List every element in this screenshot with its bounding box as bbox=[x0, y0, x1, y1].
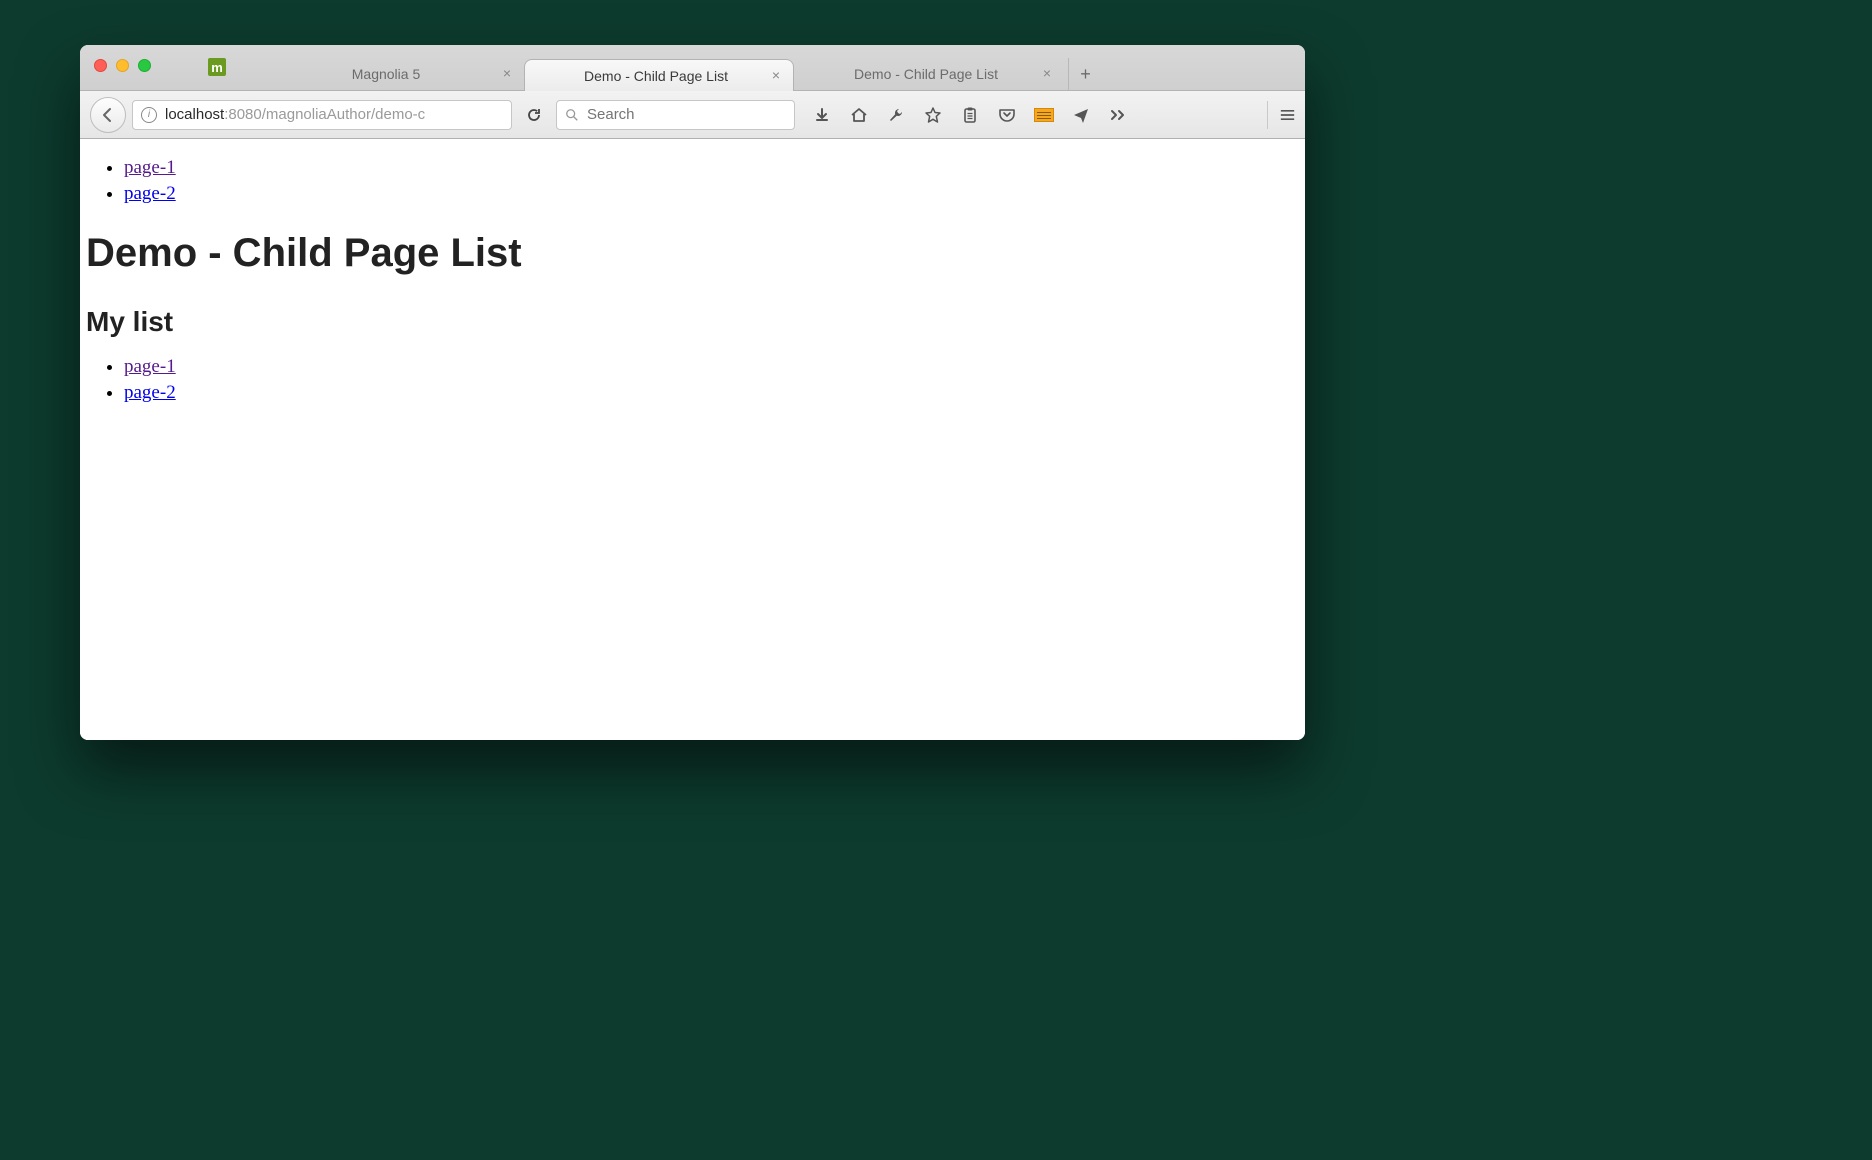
top-nav-list: page-1 page-2 bbox=[124, 157, 1305, 205]
section-heading: My list bbox=[86, 306, 1305, 338]
child-page-list: page-1 page-2 bbox=[124, 356, 1305, 404]
search-input[interactable] bbox=[587, 106, 786, 123]
arrow-left-icon bbox=[100, 107, 116, 123]
site-info-icon[interactable]: i bbox=[141, 107, 157, 123]
tab-demo-child-page-list[interactable]: Demo - Child Page List × bbox=[794, 58, 1064, 90]
close-icon[interactable]: × bbox=[769, 68, 783, 82]
link-page-2[interactable]: page-2 bbox=[124, 382, 176, 403]
hamburger-menu-button[interactable] bbox=[1267, 101, 1295, 129]
search-box[interactable] bbox=[556, 100, 795, 130]
list-item: page-1 bbox=[124, 157, 1305, 179]
downloads-icon[interactable] bbox=[811, 104, 833, 126]
reload-button[interactable] bbox=[520, 101, 548, 129]
search-icon bbox=[565, 108, 579, 122]
new-tab-button[interactable]: + bbox=[1068, 58, 1102, 90]
link-page-2[interactable]: page-2 bbox=[124, 183, 176, 204]
overflow-icon[interactable] bbox=[1107, 104, 1129, 126]
reload-icon bbox=[526, 107, 542, 123]
wrench-icon[interactable] bbox=[885, 104, 907, 126]
list-item: page-2 bbox=[124, 183, 1305, 205]
home-icon[interactable] bbox=[848, 104, 870, 126]
tab-magnolia[interactable]: Magnolia 5 × bbox=[254, 58, 524, 90]
window-zoom-button[interactable] bbox=[138, 59, 151, 72]
url-host: localhost bbox=[165, 106, 224, 123]
star-icon[interactable] bbox=[922, 104, 944, 126]
content-viewport: page-1 page-2 Demo - Child Page List My … bbox=[80, 139, 1305, 740]
list-item: page-2 bbox=[124, 382, 1305, 404]
tab-title: Demo - Child Page List bbox=[549, 68, 763, 84]
back-button[interactable] bbox=[90, 97, 126, 133]
tab-strip: m Magnolia 5 × Demo - Child Page List × … bbox=[80, 45, 1305, 91]
page-body: page-1 page-2 Demo - Child Page List My … bbox=[80, 157, 1305, 404]
clipboard-icon[interactable] bbox=[959, 104, 981, 126]
url-rest: :8080/magnoliaAuthor/demo-c bbox=[224, 106, 425, 123]
page-title: Demo - Child Page List bbox=[86, 231, 1305, 276]
window-minimize-button[interactable] bbox=[116, 59, 129, 72]
link-page-1[interactable]: page-1 bbox=[124, 157, 176, 178]
pocket-icon[interactable] bbox=[996, 104, 1018, 126]
window-controls bbox=[94, 59, 151, 72]
tabs: Magnolia 5 × Demo - Child Page List × De… bbox=[254, 45, 1102, 90]
link-page-1[interactable]: page-1 bbox=[124, 356, 176, 377]
url-text: localhost:8080/magnoliaAuthor/demo-c bbox=[165, 106, 503, 123]
address-bar[interactable]: i localhost:8080/magnoliaAuthor/demo-c bbox=[132, 100, 512, 130]
browser-window: m Magnolia 5 × Demo - Child Page List × … bbox=[80, 45, 1305, 740]
toolbar: i localhost:8080/magnoliaAuthor/demo-c bbox=[80, 91, 1305, 139]
magnolia-favicon: m bbox=[208, 58, 226, 76]
window-close-button[interactable] bbox=[94, 59, 107, 72]
tab-demo-child-page-list-active[interactable]: Demo - Child Page List × bbox=[524, 59, 794, 91]
close-icon[interactable]: × bbox=[500, 66, 514, 80]
send-icon[interactable] bbox=[1070, 104, 1092, 126]
tab-title: Magnolia 5 bbox=[278, 66, 494, 82]
ruler-icon[interactable] bbox=[1033, 104, 1055, 126]
list-item: page-1 bbox=[124, 356, 1305, 378]
toolbar-icons bbox=[811, 104, 1129, 126]
hamburger-icon bbox=[1280, 108, 1295, 122]
close-icon[interactable]: × bbox=[1040, 66, 1054, 80]
tab-title: Demo - Child Page List bbox=[818, 66, 1034, 82]
